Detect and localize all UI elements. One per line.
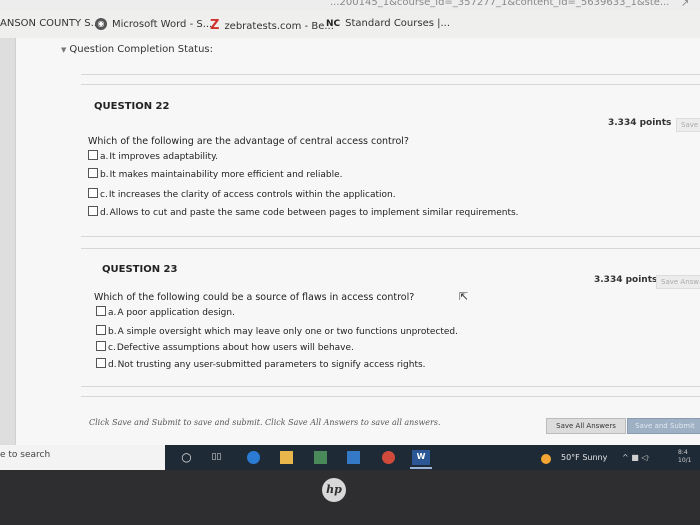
question-22-option-d[interactable]: d.Allows to cut and paste the same code … <box>88 206 519 218</box>
checkbox[interactable] <box>96 306 106 316</box>
question-23-option-a[interactable]: a.A poor application design. <box>96 306 235 318</box>
question-23-option-d[interactable]: d.Not trusting any user-submitted parame… <box>96 358 426 370</box>
mail-icon[interactable] <box>347 451 360 464</box>
url-text: ...200145_1&course_id=_357277_1&content_… <box>330 0 670 8</box>
hp-logo: hp <box>322 478 346 502</box>
bookmarks-bar: ANSON COUNTY S... ◉ Microsoft Word - S...… <box>0 10 700 39</box>
question-23-heading: QUESTION 23 <box>102 264 178 275</box>
question-22-heading: QUESTION 22 <box>94 101 170 112</box>
taskbar-search-box[interactable]: e to search <box>0 445 165 470</box>
edge-icon[interactable] <box>247 451 260 464</box>
bookmark-label: Standard Courses |... <box>345 18 451 29</box>
divider <box>81 74 700 75</box>
question-22-option-b[interactable]: b.It makes maintainability more efficien… <box>88 168 343 180</box>
checkbox[interactable] <box>88 188 98 198</box>
task-view-icon[interactable]: ▯▯ <box>210 451 223 464</box>
expand-arrow-icon[interactable]: ▼ <box>61 46 66 54</box>
windows-taskbar: e to search ○ ▯▯ W 50°F Sunny ^ ■ ◁ᐧ 8:4… <box>0 445 700 470</box>
system-tray-icons[interactable]: ^ ■ ◁ᐧ <box>622 453 650 462</box>
divider <box>81 248 700 249</box>
question-23-option-b[interactable]: b.A simple oversight which may leave onl… <box>96 325 458 337</box>
checkbox[interactable] <box>88 150 98 160</box>
weather-text[interactable]: 50°F Sunny <box>561 453 607 462</box>
bookmark-microsoft-word[interactable]: ◉ Microsoft Word - S... <box>95 18 212 30</box>
word-icon[interactable]: W <box>412 450 430 465</box>
question-22-text: Which of the following are the advantage… <box>88 136 409 147</box>
quiz-page: ▼ Question Completion Status: QUESTION 22… <box>15 38 700 450</box>
share-icon[interactable]: ↗ <box>681 0 689 9</box>
cortana-icon[interactable]: ○ <box>180 451 193 464</box>
screen: ...200145_1&course_id=_357277_1&content_… <box>0 0 700 450</box>
divider <box>81 84 700 85</box>
question-23-save-button[interactable]: Save Answ <box>656 275 700 289</box>
checkbox[interactable] <box>96 325 106 335</box>
submit-instructions: Click Save and Submit to save and submit… <box>89 418 441 427</box>
save-and-submit-button[interactable]: Save and Submit <box>627 418 700 434</box>
divider <box>81 396 700 397</box>
clock[interactable]: 8:4 10/1 <box>678 449 691 465</box>
file-explorer-icon[interactable] <box>280 451 293 464</box>
nc-logo-icon: NC <box>326 19 341 29</box>
checkbox[interactable] <box>96 358 106 368</box>
address-bar[interactable]: ...200145_1&course_id=_357277_1&content_… <box>0 0 700 10</box>
save-all-answers-button[interactable]: Save All Answers <box>546 418 626 434</box>
question-22-points: 3.334 points <box>608 118 672 128</box>
bookmark-zebratests[interactable]: Zzebratests.com - Be... <box>210 18 334 33</box>
question-22-save-button[interactable]: Save <box>676 118 700 132</box>
store-icon[interactable] <box>314 451 327 464</box>
divider <box>81 386 700 387</box>
question-23-points: 3.334 points <box>594 275 658 285</box>
laptop-bezel <box>0 470 700 525</box>
bookmark-anson-county[interactable]: ANSON COUNTY S... <box>0 18 100 29</box>
sun-icon[interactable] <box>541 454 551 464</box>
search-placeholder: e to search <box>0 450 51 460</box>
checkbox[interactable] <box>88 168 98 178</box>
active-app-indicator <box>410 467 432 469</box>
left-gutter <box>0 38 15 450</box>
mouse-cursor-icon: ⇱ <box>459 290 469 303</box>
clock-time: 8:4 <box>678 449 688 456</box>
bookmark-label: ANSON COUNTY S... <box>0 18 101 29</box>
question-22-option-c[interactable]: c.It increases the clarity of access con… <box>88 188 396 200</box>
bookmark-standard-courses[interactable]: NC Standard Courses |... <box>326 18 450 29</box>
checkbox[interactable] <box>88 206 98 216</box>
question-23-option-c[interactable]: c.Defective assumptions about how users … <box>96 341 354 353</box>
question-23-text: Which of the following could be a source… <box>94 292 415 303</box>
bookmark-label: Microsoft Word - S... <box>112 19 213 30</box>
completion-status-label: Question Completion Status: <box>69 44 213 55</box>
zebratests-logo-icon: Z <box>210 18 220 33</box>
chrome-icon[interactable] <box>382 451 395 464</box>
clock-date: 10/1 <box>678 457 692 464</box>
checkbox[interactable] <box>96 341 106 351</box>
question-22-option-a[interactable]: a.It improves adaptability. <box>88 150 218 162</box>
globe-icon: ◉ <box>95 18 107 30</box>
divider <box>81 236 700 237</box>
completion-status[interactable]: ▼ Question Completion Status: <box>61 44 213 55</box>
bookmark-label: zebratests.com - Be... <box>224 21 334 32</box>
